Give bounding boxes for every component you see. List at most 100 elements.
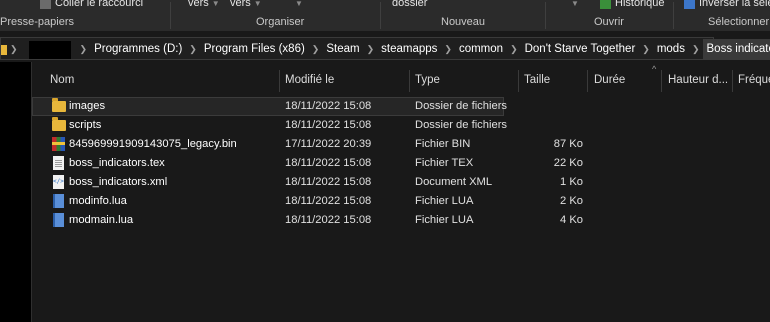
- document-icon: [53, 156, 64, 170]
- archive-icon: [52, 137, 65, 151]
- column-divider[interactable]: [518, 70, 519, 92]
- file-size: 4 Ko: [559, 214, 583, 226]
- column-header-type[interactable]: Type: [415, 66, 515, 94]
- chevron-right-icon[interactable]: ❯: [639, 44, 653, 55]
- chevron-right-icon[interactable]: ❯: [186, 44, 200, 55]
- group-label-open: Ouvrir: [594, 16, 624, 28]
- file-row-images[interactable]: images 18/11/2022 15:08 Dossier de fichi…: [32, 97, 508, 116]
- file-type: Dossier de fichiers: [415, 119, 508, 131]
- file-name: boss_indicators.tex: [69, 157, 165, 169]
- file-type: Fichier BIN: [415, 138, 471, 150]
- invert-selection-button[interactable]: Inverser la sélection: [684, 0, 770, 10]
- chevron-right-icon[interactable]: ❯: [309, 44, 323, 55]
- chevron-right-icon[interactable]: ❯: [507, 44, 521, 55]
- address-field[interactable]: ❯ ❯ Programmes (D:) ❯ Program Files (x86…: [0, 37, 770, 60]
- file-type: Fichier TEX: [415, 157, 474, 169]
- dropdown-arrow-icon: ▼: [295, 0, 303, 8]
- open-dropdown-button[interactable]: ▼: [568, 0, 579, 10]
- column-divider[interactable]: [409, 70, 410, 92]
- breadcrumb-programmes-d[interactable]: Programmes (D:): [90, 39, 186, 60]
- breadcrumb-dont-starve-together[interactable]: Don't Starve Together: [521, 39, 640, 60]
- dropdown-arrow-icon: ▼: [253, 0, 262, 8]
- column-divider[interactable]: [587, 70, 588, 92]
- file-name: scripts: [69, 119, 102, 131]
- column-divider[interactable]: [661, 70, 662, 92]
- move-to-button[interactable]: vers ▼: [188, 0, 220, 10]
- file-name: boss_indicators.xml: [69, 176, 168, 188]
- dropdown-arrow-icon: ▼: [571, 0, 579, 8]
- breadcrumb-program-files-x86[interactable]: Program Files (x86): [200, 39, 309, 60]
- file-type: Document XML: [415, 176, 493, 188]
- file-row-modinfo-lua[interactable]: modinfo.lua 18/11/2022 15:08 Fichier LUA…: [32, 192, 770, 211]
- file-modified: 18/11/2022 15:08: [285, 176, 372, 188]
- lua-file-icon: [53, 194, 64, 208]
- file-name: images: [69, 100, 106, 112]
- file-row-boss-indicators-tex[interactable]: boss_indicators.tex 18/11/2022 15:08 Fic…: [32, 154, 770, 173]
- file-row-boss-indicators-xml[interactable]: boss_indicators.xml 18/11/2022 15:08 Doc…: [32, 173, 770, 192]
- breadcrumb-common[interactable]: common: [455, 39, 507, 60]
- file-size: [524, 97, 583, 116]
- column-header-frequency[interactable]: Fréquence: [738, 66, 770, 94]
- address-bar: ❯ ❯ Programmes (D:) ❯ Program Files (x86…: [0, 36, 770, 61]
- file-row-legacy-bin[interactable]: 845969991909143075_legacy.bin 17/11/2022…: [32, 135, 770, 154]
- breadcrumb-steamapps[interactable]: steamapps: [377, 39, 441, 60]
- group-label-select: Sélectionner: [708, 16, 770, 28]
- file-type: Dossier de fichiers: [415, 100, 508, 112]
- file-size: 1 Ko: [559, 176, 583, 188]
- file-modified: 17/11/2022 20:39: [285, 138, 372, 150]
- file-row-modmain-lua[interactable]: modmain.lua 18/11/2022 15:08 Fichier LUA…: [32, 211, 770, 230]
- ribbon-group-labels: Presse-papiers Organiser Nouveau Ouvrir …: [0, 16, 770, 29]
- history-button[interactable]: Historique: [600, 0, 665, 10]
- file-size: 87 Ko: [553, 138, 583, 150]
- chevron-right-icon[interactable]: ❯: [689, 44, 703, 55]
- invert-selection-icon: [684, 0, 695, 9]
- file-name: modinfo.lua: [69, 195, 127, 207]
- file-modified: 18/11/2022 15:08: [285, 119, 372, 131]
- file-size: 22 Ko: [553, 157, 583, 169]
- delete-dropdown-button[interactable]: ▼: [292, 0, 303, 10]
- column-header-size[interactable]: Taille: [524, 66, 584, 94]
- chevron-right-icon[interactable]: ❯: [364, 44, 378, 55]
- navigation-pane[interactable]: [0, 62, 31, 322]
- file-name: modmain.lua: [69, 214, 134, 226]
- breadcrumb-boss-indicator[interactable]: Boss indicator: [702, 39, 770, 60]
- ribbon: Coller le raccourci vers ▼ vers ▼ ▼ dossie…: [0, 0, 770, 31]
- breadcrumb-mods[interactable]: mods: [653, 39, 689, 60]
- column-header-name[interactable]: Nom: [50, 66, 250, 94]
- file-modified: 18/11/2022 15:08: [285, 100, 372, 112]
- lua-file-icon: [53, 213, 64, 227]
- column-header-height[interactable]: Hauteur d...: [668, 66, 728, 94]
- dropdown-arrow-icon: ▼: [211, 0, 220, 8]
- column-header-duration[interactable]: Durée: [594, 66, 659, 94]
- folder-icon: [52, 98, 66, 112]
- folder-icon: [52, 117, 66, 131]
- column-divider[interactable]: [279, 70, 280, 92]
- sort-caret-icon: ^: [652, 64, 657, 74]
- file-size: 2 Ko: [559, 195, 583, 207]
- xml-file-icon: [53, 175, 64, 189]
- new-folder-button[interactable]: dossier: [392, 0, 427, 10]
- file-name: 845969991909143075_legacy.bin: [69, 138, 237, 150]
- file-type: Fichier LUA: [415, 195, 474, 207]
- breadcrumb-steam[interactable]: Steam: [322, 39, 363, 60]
- chevron-right-icon[interactable]: ❯: [7, 44, 21, 55]
- breadcrumb: ❯ ❯ Programmes (D:) ❯ Program Files (x86…: [1, 38, 770, 61]
- paste-shortcut-icon: [40, 0, 51, 9]
- file-modified: 18/11/2022 15:08: [285, 195, 372, 207]
- chevron-right-icon[interactable]: ❯: [441, 44, 455, 55]
- history-icon: [600, 0, 611, 9]
- column-divider[interactable]: [732, 70, 733, 92]
- group-label-new: Nouveau: [441, 16, 486, 28]
- file-size: [524, 116, 583, 135]
- column-header-row: Nom Modifié le Type Taille Durée ^ Haute…: [32, 64, 770, 94]
- group-label-organize: Organiser: [256, 16, 305, 28]
- file-modified: 18/11/2022 15:08: [285, 214, 372, 226]
- chevron-right-icon[interactable]: ❯: [77, 44, 91, 55]
- paste-shortcut-button[interactable]: Coller le raccourci: [40, 0, 143, 10]
- file-type: Fichier LUA: [415, 214, 474, 226]
- group-label-clipboard: Presse-papiers: [0, 16, 74, 28]
- file-row-scripts[interactable]: scripts 18/11/2022 15:08 Dossier de fich…: [32, 116, 770, 135]
- copy-to-button[interactable]: vers ▼: [230, 0, 262, 10]
- file-modified: 18/11/2022 15:08: [285, 157, 372, 169]
- column-header-modified[interactable]: Modifié le: [285, 66, 405, 94]
